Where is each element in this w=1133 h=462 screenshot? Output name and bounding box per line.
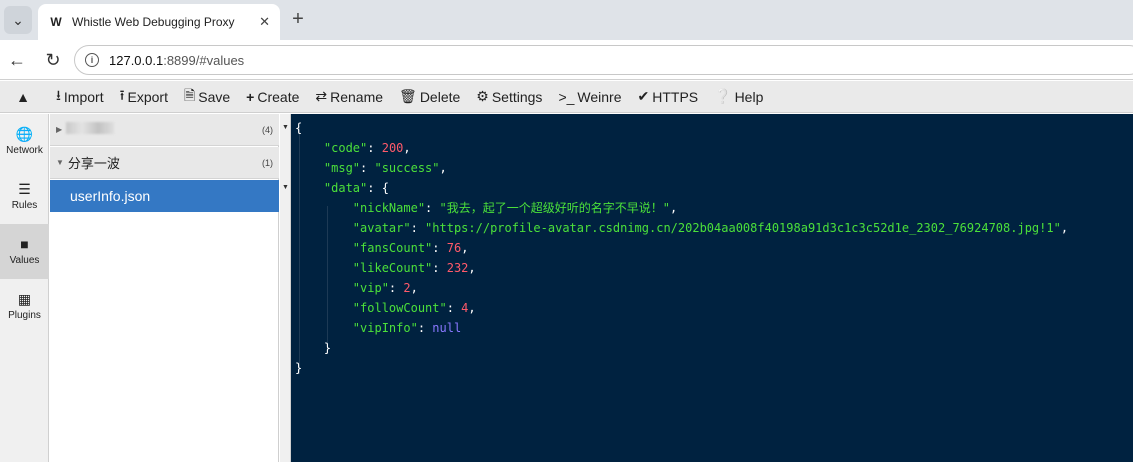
- rename-button[interactable]: ⇄ Rename: [315, 88, 383, 105]
- close-tab-icon[interactable]: ✕: [259, 14, 270, 30]
- create-button[interactable]: + Create: [246, 89, 299, 105]
- whistle-favicon-icon: W: [50, 15, 62, 29]
- group-name: 分享一波: [67, 156, 120, 171]
- code-line: }: [295, 361, 303, 375]
- editor-gutter: ▼ ▼: [280, 114, 291, 462]
- settings-button[interactable]: ⚙ Settings: [476, 88, 542, 105]
- swap-icon: ⇄: [315, 88, 328, 104]
- file-name: userInfo.json: [70, 188, 151, 204]
- caret-right-icon: ▶: [56, 125, 63, 134]
- chevron-down-icon: ⌄: [12, 11, 24, 28]
- values-list-panel: ▶ (4) ▼ 分享一波 (1) userInfo.json: [50, 114, 279, 462]
- code-line: "vip": 2,: [352, 281, 418, 295]
- value-file-selected[interactable]: userInfo.json: [50, 180, 279, 212]
- code-line: "data": {: [323, 181, 389, 195]
- side-nav: 🌐 Network ☰ Rules ■ Values ▦ Plugins: [0, 114, 49, 462]
- code-line: "fansCount": 76,: [352, 241, 469, 255]
- collapse-toolbar-button[interactable]: ▲: [0, 81, 46, 113]
- save-button[interactable]: 🗎 Save: [184, 85, 230, 109]
- code-line: "code": 200,: [323, 141, 411, 155]
- chevron-up-icon: ▲: [16, 88, 30, 105]
- group-count: (4): [262, 124, 273, 135]
- reload-icon: ↻: [45, 49, 61, 70]
- code-line: }: [323, 341, 332, 355]
- back-button[interactable]: ←: [6, 49, 28, 71]
- fold-toggle-icon[interactable]: ▼: [282, 184, 289, 191]
- gear-icon: ⚙: [476, 88, 489, 104]
- code-line: "avatar": "https://profile-avatar.csdnim…: [352, 221, 1069, 235]
- browser-tab[interactable]: W Whistle Web Debugging Proxy ✕: [38, 4, 280, 40]
- url-field[interactable]: i 127.0.0.1:8899/#values: [74, 45, 1133, 75]
- list-icon: ☰: [18, 181, 31, 197]
- reload-button[interactable]: ↻: [42, 49, 64, 71]
- code-line: "nickName": "我去，起了一个超级好听的名字不早说！",: [352, 201, 678, 215]
- group-name-blurred: [66, 122, 262, 137]
- https-button[interactable]: ✔ HTTPS: [638, 88, 699, 105]
- code-line: "likeCount": 232,: [352, 261, 476, 275]
- import-icon: ⭳: [56, 86, 61, 103]
- info-icon[interactable]: i: [85, 53, 99, 67]
- folder-icon: ■: [20, 236, 29, 252]
- terminal-icon: >_: [558, 88, 575, 105]
- export-button[interactable]: ⭱ Export: [120, 85, 168, 109]
- caret-down-icon: ▼: [56, 158, 64, 167]
- help-button[interactable]: ❔ Help: [714, 88, 763, 105]
- group-count: (1): [262, 157, 273, 168]
- nav-values[interactable]: ■ Values: [0, 224, 49, 279]
- check-circle-icon: ✔: [637, 88, 650, 104]
- value-group-1[interactable]: ▶ (4): [50, 114, 279, 146]
- code-line: "msg": "success",: [323, 161, 447, 175]
- value-group-2[interactable]: ▼ 分享一波 (1): [50, 147, 279, 179]
- arrow-left-icon: ←: [8, 49, 26, 70]
- nav-plugins[interactable]: ▦ Plugins: [0, 279, 49, 334]
- nav-rules[interactable]: ☰ Rules: [0, 169, 49, 224]
- fold-toggle-icon[interactable]: ▼: [282, 124, 289, 131]
- save-file-icon: 🗎: [183, 86, 196, 103]
- code-line: {: [295, 121, 303, 135]
- tab-search-button[interactable]: ⌄: [4, 6, 32, 34]
- nav-network[interactable]: 🌐 Network: [0, 114, 49, 169]
- url-path: :8899/#values: [163, 52, 245, 68]
- question-circle-icon: ❔: [714, 88, 732, 104]
- export-icon: ⭱: [119, 86, 125, 103]
- app-toolbar: ▲ ⭳ Import ⭱ Export 🗎 Save + Create ⇄ Rename …: [0, 81, 1133, 113]
- code-line: "vipInfo": null: [352, 321, 462, 335]
- delete-button[interactable]: 🗑 Delete: [399, 88, 460, 105]
- browser-tab-strip: ⌄ W Whistle Web Debugging Proxy ✕ +: [0, 0, 1133, 40]
- plus-icon: +: [246, 88, 255, 105]
- address-bar-row: ← ↻ i 127.0.0.1:8899/#values: [0, 40, 1133, 80]
- trash-icon: 🗑: [399, 88, 417, 104]
- tab-title: Whistle Web Debugging Proxy: [72, 15, 235, 29]
- new-tab-button[interactable]: +: [287, 8, 309, 30]
- grid-icon: ▦: [17, 291, 32, 307]
- url-host: 127.0.0.1: [109, 52, 164, 68]
- plus-icon: +: [292, 7, 304, 30]
- code-line: "followCount": 4,: [352, 301, 476, 315]
- globe-icon: 🌐: [15, 126, 34, 142]
- weinre-button[interactable]: >_ Weinre: [558, 89, 621, 105]
- json-editor[interactable]: { "code": 200, "msg": "success", "data":…: [291, 114, 1133, 462]
- import-button[interactable]: ⭳ Import: [56, 85, 104, 109]
